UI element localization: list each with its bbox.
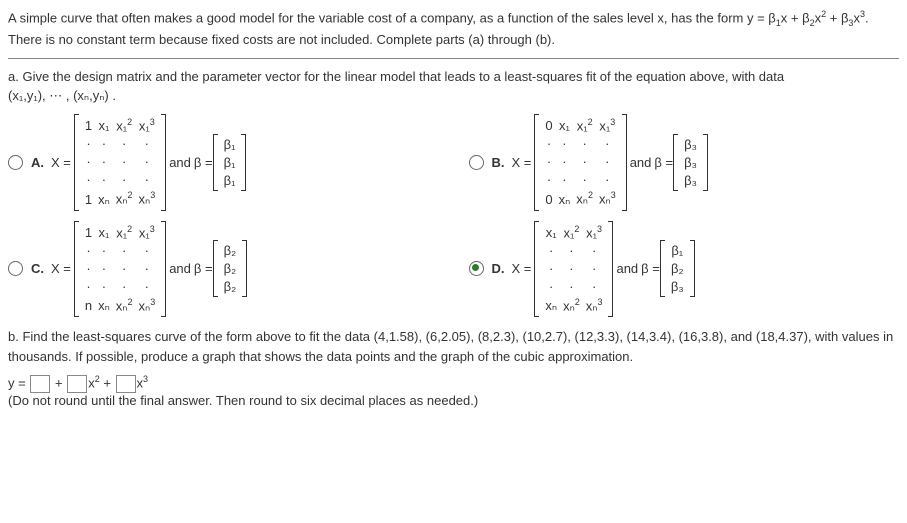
- problem-intro: A simple curve that often makes a good m…: [8, 8, 899, 50]
- option-b[interactable]: B. X = 0x₁x₁2x₁3 ···· ···· ···· 0xₙxₙ2xₙ…: [469, 114, 900, 211]
- option-a[interactable]: A. X = 1x₁x₁2x₁3 ···· ···· ···· 1xₙxₙ2xₙ…: [8, 114, 439, 211]
- beta-vector-d: β₁ β₂ β₃: [660, 240, 695, 297]
- coef2-input[interactable]: [67, 375, 87, 393]
- option-d[interactable]: D. X = x₁x₁2x₁3 ··· ··· ··· xₙxₙ2xₙ3 and…: [469, 221, 900, 318]
- divider: [8, 58, 899, 59]
- radio-d[interactable]: [469, 261, 484, 276]
- beta-vector-c: β₂ β₂ β₂: [213, 240, 248, 297]
- design-matrix-a: 1x₁x₁2x₁3 ···· ···· ···· 1xₙxₙ2xₙ3: [74, 114, 166, 211]
- radio-a[interactable]: [8, 155, 23, 170]
- radio-c[interactable]: [8, 261, 23, 276]
- coef3-input[interactable]: [116, 375, 136, 393]
- label-b: B.: [492, 155, 505, 170]
- design-matrix-d: x₁x₁2x₁3 ··· ··· ··· xₙxₙ2xₙ3: [534, 221, 613, 318]
- beta-vector-a: β₁ β₁ β₁: [213, 134, 247, 191]
- design-matrix-c: 1x₁x₁2x₁3 ···· ···· ···· nxₙxₙ2xₙ3: [74, 221, 166, 318]
- answer-equation: y = + x2 + x3: [8, 374, 899, 393]
- radio-b[interactable]: [469, 155, 484, 170]
- intro-text: A simple curve that often makes a good m…: [8, 10, 776, 25]
- options-grid: A. X = 1x₁x₁2x₁3 ···· ···· ···· 1xₙxₙ2xₙ…: [8, 114, 899, 317]
- beta-vector-b: β₃ β₃ β₃: [673, 134, 708, 191]
- coef1-input[interactable]: [30, 375, 50, 393]
- rounding-note: (Do not round until the final answer. Th…: [8, 393, 899, 408]
- label-c: C.: [31, 261, 44, 276]
- label-d: D.: [492, 261, 505, 276]
- part-b-prompt: b. Find the least-squares curve of the f…: [8, 327, 899, 366]
- design-matrix-b: 0x₁x₁2x₁3 ···· ···· ···· 0xₙxₙ2xₙ3: [534, 114, 626, 211]
- intro-text-2: There is no constant term because fixed …: [8, 32, 555, 47]
- label-a: A.: [31, 155, 44, 170]
- part-a-prompt: a. Give the design matrix and the parame…: [8, 67, 899, 106]
- option-c[interactable]: C. X = 1x₁x₁2x₁3 ···· ···· ···· nxₙxₙ2xₙ…: [8, 221, 439, 318]
